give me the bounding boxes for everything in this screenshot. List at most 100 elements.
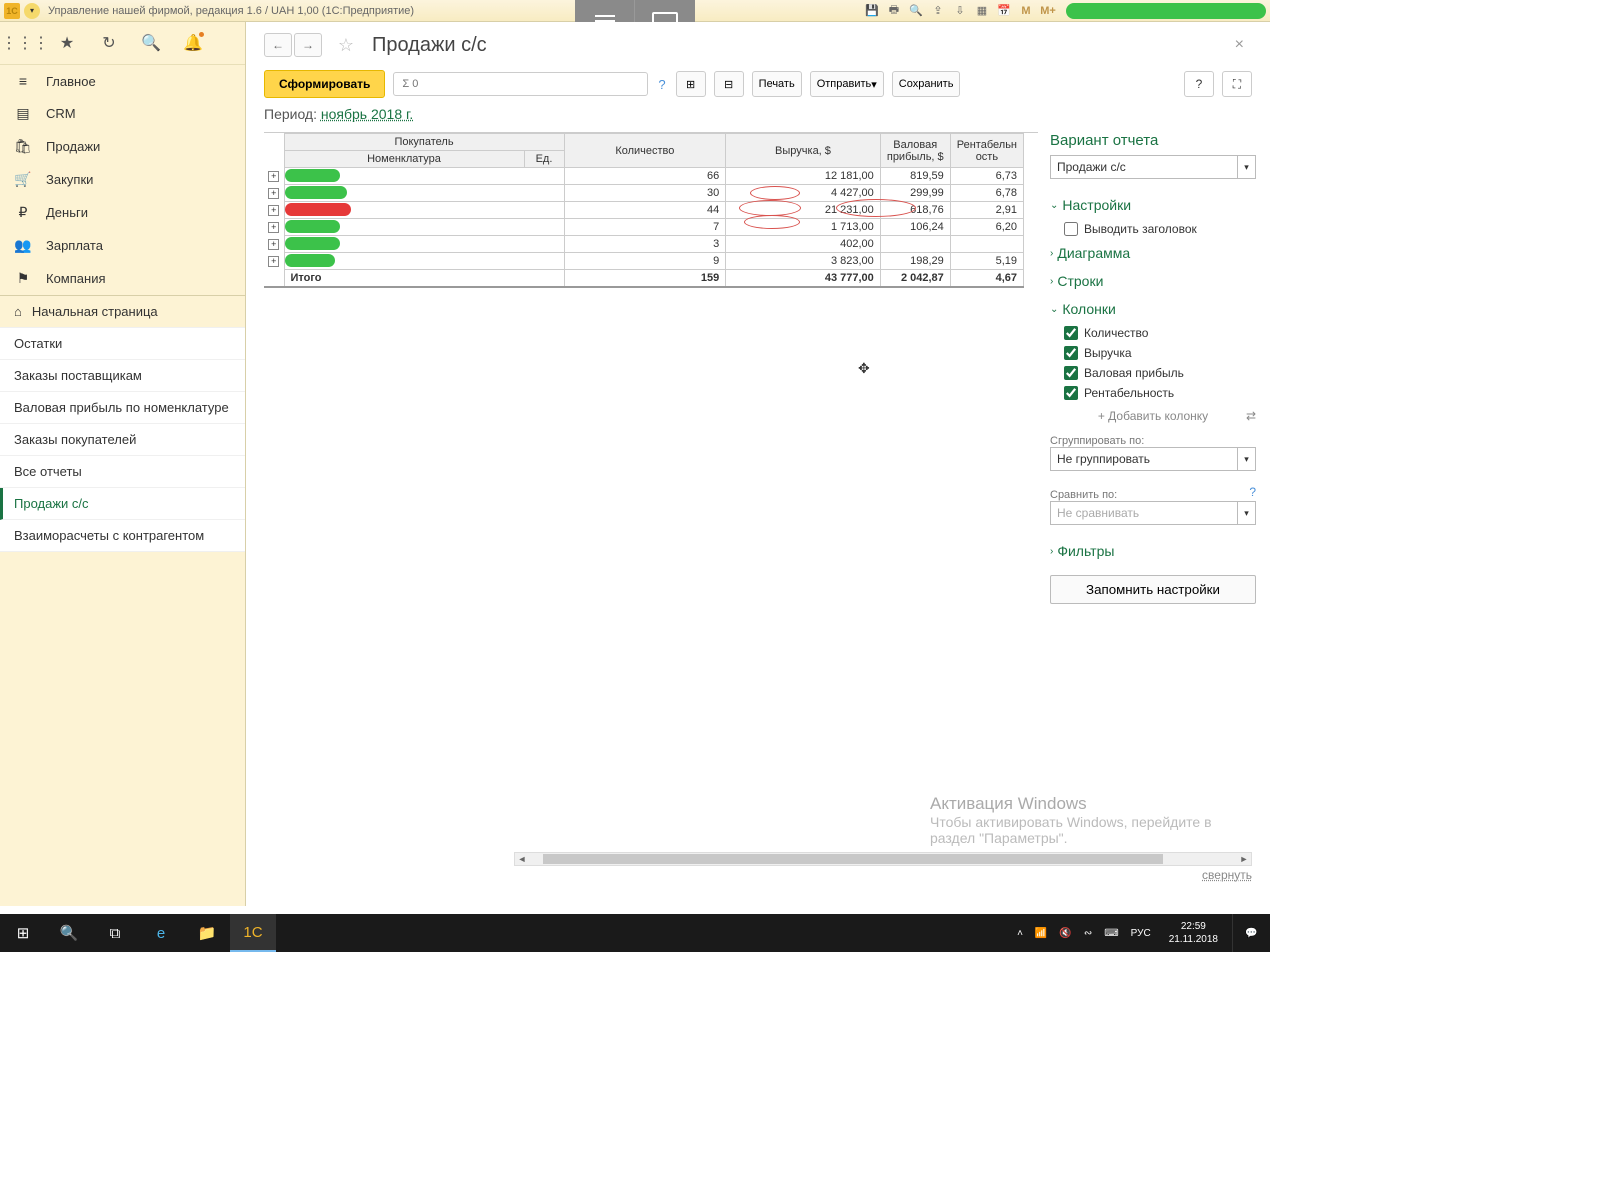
nav-sub-item[interactable]: Заказы покупателей	[0, 424, 245, 456]
section-chart[interactable]: ›Диаграмма	[1050, 239, 1256, 267]
nav-sub-item[interactable]: Взаиморасчеты с контрагентом	[0, 520, 245, 552]
nav-forward-button[interactable]: →	[294, 33, 322, 57]
tray-keyboard-icon[interactable]: ⌨	[1100, 928, 1122, 939]
sum-input[interactable]	[393, 72, 648, 96]
add-column-link[interactable]: + Добавить колонку⇄	[1050, 403, 1256, 429]
send-icon[interactable]: ⇪	[930, 3, 946, 19]
expand-icon[interactable]: +	[268, 256, 279, 267]
edge-button[interactable]: e	[138, 914, 184, 952]
generate-button[interactable]: Сформировать	[264, 70, 385, 98]
search-icon[interactable]: 🔍	[130, 28, 172, 58]
tray-clock[interactable]: 22:59 21.11.2018	[1159, 920, 1228, 946]
nav-back-button[interactable]: ←	[264, 33, 292, 57]
group-by-select[interactable]: Не группировать	[1050, 447, 1238, 471]
section-columns[interactable]: ⌄Колонки	[1050, 295, 1256, 323]
scroll-right-icon[interactable]: ►	[1237, 854, 1251, 864]
expand-icon[interactable]: +	[268, 239, 279, 250]
expand-all-button[interactable]: ⊞	[676, 71, 706, 97]
compare-dropdown-icon[interactable]: ▾	[1238, 501, 1256, 525]
cell-prof: 5,19	[950, 253, 1023, 270]
nav-sub-item[interactable]: Валовая прибыль по номенклатуре	[0, 392, 245, 424]
tray-network-icon[interactable]: 📶	[1031, 928, 1051, 939]
save-icon[interactable]: 💾	[864, 3, 880, 19]
expand-icon[interactable]: +	[268, 171, 279, 182]
variant-dropdown-icon[interactable]: ▾	[1238, 155, 1256, 179]
table-row[interactable]: + 30 4 427,00 299,99 6,78	[264, 185, 1024, 202]
close-button[interactable]: ×	[1227, 32, 1252, 58]
fullscreen-button[interactable]: ⛶	[1222, 71, 1252, 97]
collapse-link[interactable]: свернуть	[1202, 868, 1252, 882]
history-icon[interactable]: ↻	[88, 28, 130, 58]
preview-icon[interactable]: 🔍	[908, 3, 924, 19]
notifications-icon[interactable]: 🔔	[172, 28, 214, 58]
compare-help-icon[interactable]: ?	[1249, 485, 1256, 499]
show-header-checkbox[interactable]	[1064, 222, 1078, 236]
favorites-icon[interactable]: ★	[46, 28, 88, 58]
col-revenue-checkbox[interactable]	[1064, 346, 1078, 360]
receive-icon[interactable]: ⇩	[952, 3, 968, 19]
print-button[interactable]: Печать	[752, 71, 802, 97]
shuffle-icon[interactable]: ⇄	[1246, 409, 1256, 423]
nav-label: Деньги	[46, 205, 88, 220]
calendar-icon[interactable]: 📅	[996, 3, 1012, 19]
scroll-thumb[interactable]	[543, 854, 1163, 864]
table-row[interactable]: + 7 1 713,00 106,24 6,20	[264, 219, 1024, 236]
window-title: Управление нашей фирмой, редакция 1.6 / …	[48, 5, 414, 17]
apps-icon[interactable]: ⋮⋮⋮	[4, 28, 46, 58]
nav-sales-item[interactable]: 🛍Продажи	[0, 130, 245, 163]
nav-sub-item[interactable]: Заказы поставщикам	[0, 360, 245, 392]
nav-purchases-item[interactable]: 🛒Закупки	[0, 163, 245, 196]
search-button[interactable]: 🔍	[46, 914, 92, 952]
tray-volume-icon[interactable]: 🔇	[1055, 928, 1075, 939]
nav-company-item[interactable]: ⚑Компания	[0, 262, 245, 295]
col-gross-checkbox[interactable]	[1064, 366, 1078, 380]
expand-icon[interactable]: +	[268, 188, 279, 199]
send-button[interactable]: Отправить ▾	[810, 71, 884, 97]
section-rows[interactable]: ›Строки	[1050, 267, 1256, 295]
col-qty-checkbox[interactable]	[1064, 326, 1078, 340]
tray-lang[interactable]: РУС	[1127, 928, 1155, 939]
help-icon[interactable]: ?	[656, 77, 667, 92]
period-link[interactable]: ноябрь 2018 г.	[321, 106, 413, 122]
section-settings[interactable]: ⌄Настройки	[1050, 191, 1256, 219]
help2-button[interactable]: ?	[1184, 71, 1214, 97]
nav-money-item[interactable]: ₽Деньги	[0, 196, 245, 229]
nav-salary-item[interactable]: 👥Зарплата	[0, 229, 245, 262]
nav-main-item[interactable]: ≡Главное	[0, 65, 245, 97]
app-menu-dropdown[interactable]: ▾	[24, 3, 40, 19]
nav-sub-item[interactable]: Все отчеты	[0, 456, 245, 488]
1c-button[interactable]: 1C	[230, 914, 276, 952]
grid-icon[interactable]: ▦	[974, 3, 990, 19]
action-center-button[interactable]: 💬	[1232, 914, 1270, 952]
chevron-down-icon: ▾	[871, 78, 877, 91]
expand-icon[interactable]: +	[268, 222, 279, 233]
variant-select[interactable]: Продажи с/с	[1050, 155, 1238, 179]
nav-crm-item[interactable]: ▤CRM	[0, 97, 245, 130]
col-prof-checkbox[interactable]	[1064, 386, 1078, 400]
start-button[interactable]: ⊞	[0, 914, 46, 952]
favorite-star-button[interactable]: ☆	[334, 33, 358, 57]
table-row[interactable]: + 3 402,00	[264, 236, 1024, 253]
nav-start-page[interactable]: ⌂Начальная страница	[0, 296, 245, 328]
group-dropdown-icon[interactable]: ▾	[1238, 447, 1256, 471]
section-filters[interactable]: ›Фильтры	[1050, 537, 1256, 565]
nav-sub-item-active[interactable]: Продажи с/с	[0, 488, 245, 520]
remember-settings-button[interactable]: Запомнить настройки	[1050, 575, 1256, 604]
taskview-button[interactable]: ⧉	[92, 914, 138, 952]
compare-select[interactable]: Не сравнивать	[1050, 501, 1238, 525]
nav-sub-item[interactable]: Остатки	[0, 328, 245, 360]
report-area[interactable]: Покупатель Количество Выручка, $ Валовая…	[264, 132, 1038, 906]
save-button[interactable]: Сохранить	[892, 71, 961, 97]
collapse-all-button[interactable]: ⊟	[714, 71, 744, 97]
scroll-left-icon[interactable]: ◄	[515, 854, 529, 864]
m-plus-icon[interactable]: M+	[1040, 3, 1056, 19]
m-icon[interactable]: M	[1018, 3, 1034, 19]
horizontal-scrollbar[interactable]: ◄ ►	[514, 852, 1252, 866]
print-icon[interactable]: 🖶	[886, 3, 902, 19]
table-row[interactable]: + 66 12 181,00 819,59 6,73	[264, 168, 1024, 185]
table-row[interactable]: + 9 3 823,00 198,29 5,19	[264, 253, 1024, 270]
tray-app-icon[interactable]: ∾	[1080, 928, 1096, 939]
explorer-button[interactable]: 📁	[184, 914, 230, 952]
tray-up-icon[interactable]: ˄	[1013, 928, 1027, 939]
expand-icon[interactable]: +	[268, 205, 279, 216]
